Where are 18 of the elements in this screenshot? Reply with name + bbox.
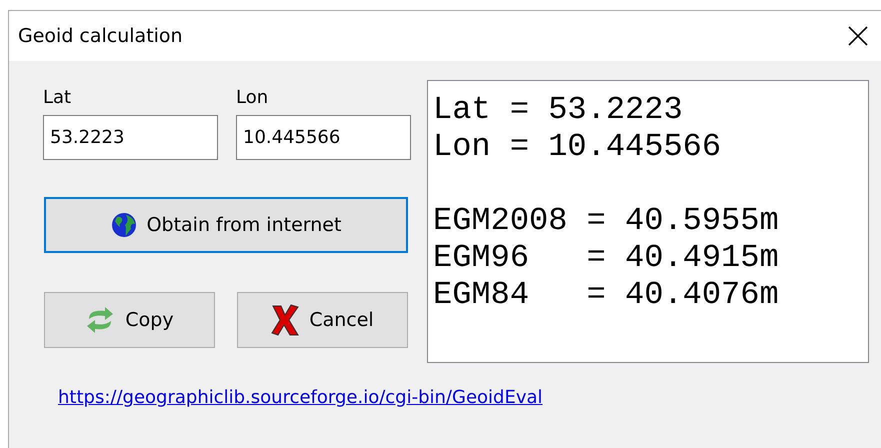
url-link[interactable]: https://geographiclib.sourceforge.io/cgi-bin/GeoidEval — [58, 387, 543, 408]
result-line: Lon = 10.445566 — [433, 128, 722, 165]
obtain-button[interactable]: Obtain from internet — [44, 197, 408, 253]
globe-icon — [110, 212, 137, 238]
field-label: Lat — [43, 87, 72, 110]
refresh-arrows-icon — [85, 307, 116, 333]
coordinate-field[interactable]: 53.2223 — [43, 115, 218, 160]
field-label: Lon — [236, 87, 268, 110]
result-line: EGM84 = 40.4076m — [433, 276, 779, 313]
result-line: EGM96 = 40.4915m — [433, 239, 779, 276]
coordinate-field[interactable]: 10.445566 — [236, 115, 411, 160]
cancel-button[interactable]: Cancel — [237, 292, 408, 348]
result-line: Lat = 53.2223 — [433, 91, 683, 128]
window-title: Geoid calculation — [18, 25, 183, 47]
x-mark-icon — [271, 304, 300, 336]
copy-button[interactable]: Copy — [44, 292, 215, 348]
close-icon[interactable] — [847, 25, 869, 47]
result-line: EGM2008 = 40.5955m — [433, 202, 779, 239]
